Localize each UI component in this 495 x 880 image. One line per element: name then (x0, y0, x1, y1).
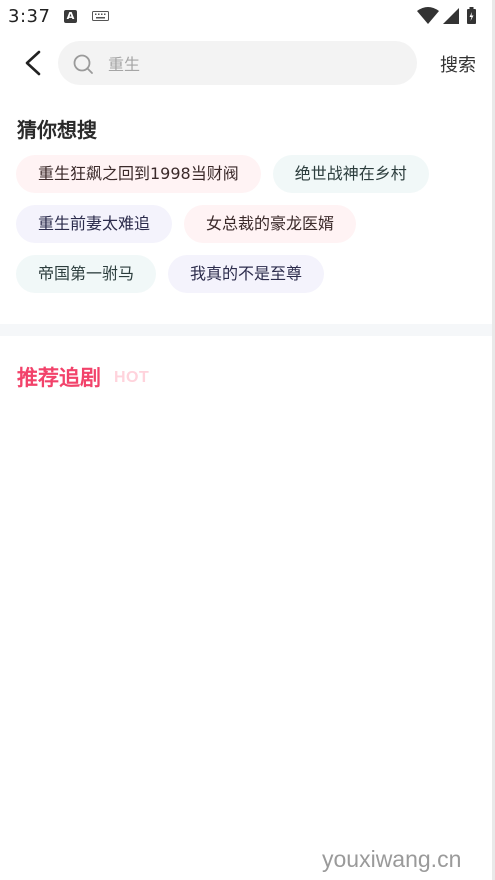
search-box[interactable] (58, 41, 417, 87)
search-button[interactable]: 搜索 (440, 51, 476, 77)
tag-row: 重生狂飙之回到1998当财阀 绝世战神在乡村 (16, 155, 486, 193)
keyboard-icon (92, 11, 109, 21)
status-time: 3:37 (8, 6, 51, 27)
suggestion-tag[interactable]: 重生前妻太难追 (16, 205, 173, 243)
wifi-icon (417, 7, 439, 24)
search-input[interactable] (106, 41, 400, 87)
battery-icon (467, 7, 476, 24)
status-bar: 3:37 A (0, 0, 495, 34)
recommend-title: 推荐追剧 (17, 366, 101, 390)
a-badge-icon: A (64, 10, 77, 23)
watermark: youxiwang.cn (322, 846, 462, 872)
tag-row: 重生前妻太难追 女总裁的豪龙医婿 (16, 205, 486, 243)
suggestion-tag[interactable]: 女总裁的豪龙医婿 (184, 205, 357, 243)
search-icon (73, 54, 93, 74)
suggestion-tag[interactable]: 绝世战神在乡村 (272, 155, 429, 193)
suggestions-title: 猜你想搜 (17, 118, 97, 142)
suggestion-tag[interactable]: 帝国第一驸马 (16, 255, 157, 293)
hot-label: HOT (114, 369, 150, 386)
suggestion-tag[interactable]: 重生狂飙之回到1998当财阀 (16, 155, 261, 193)
tag-row: 帝国第一驸马 我真的不是至尊 (16, 255, 486, 293)
back-arrow-icon[interactable] (20, 48, 48, 78)
search-row: 搜索 (0, 40, 495, 87)
status-right-icons (417, 7, 476, 24)
signal-icon (443, 8, 459, 24)
section-divider (0, 324, 495, 336)
suggestion-tags: 重生狂飙之回到1998当财阀 绝世战神在乡村 重生前妻太难追 女总裁的豪龙医婿 … (16, 155, 486, 305)
suggestion-tag[interactable]: 我真的不是至尊 (168, 255, 325, 293)
